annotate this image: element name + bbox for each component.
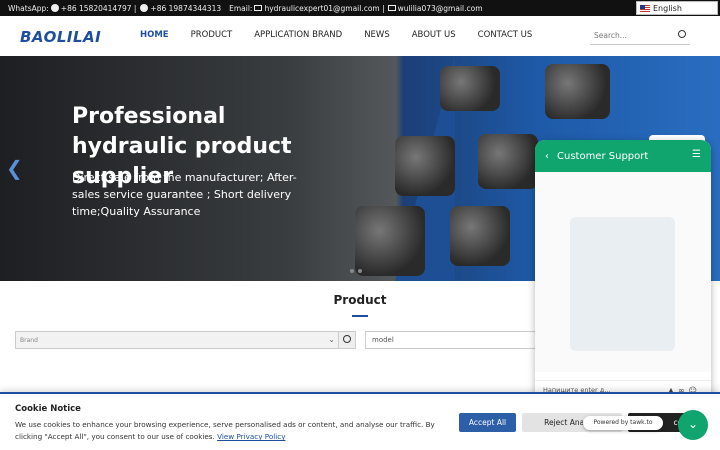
model-input[interactable]: model — [365, 331, 545, 349]
email-2[interactable]: wulilia073@gmail.com — [398, 4, 483, 13]
nav-application-brand[interactable]: APPLICATION BRAND — [254, 30, 342, 40]
language-selector[interactable]: English — [636, 1, 718, 15]
search-input[interactable]: Search... — [590, 25, 690, 45]
brand-select[interactable]: Brand ⌄ — [15, 331, 340, 349]
carousel-dots — [350, 269, 362, 273]
chat-body — [535, 172, 711, 372]
search-icon[interactable] — [678, 30, 686, 38]
chevron-left-icon[interactable]: ‹ — [545, 151, 549, 162]
whatsapp-icon — [140, 4, 149, 12]
pump-image — [355, 206, 425, 276]
nav-product[interactable]: PRODUCT — [191, 30, 233, 40]
title-underline — [352, 315, 368, 317]
email-1[interactable]: hydraulicexpert01@gmail.com | — [264, 4, 384, 13]
whatsapp-icon — [50, 4, 59, 12]
menu-icon[interactable]: ☰ — [692, 149, 701, 160]
hero-subtitle: Direct sale from the manufacturer; After… — [72, 171, 297, 218]
nav-home[interactable]: HOME — [140, 30, 169, 40]
pump-image — [450, 206, 510, 266]
mail-icon — [387, 5, 396, 11]
model-placeholder: model — [372, 336, 394, 344]
cookie-title: Cookie Notice — [15, 404, 81, 414]
uk-flag-icon — [640, 4, 650, 12]
phone-1[interactable]: +86 15820414797 | — [61, 4, 137, 13]
pump-image — [440, 66, 500, 111]
main-navigation: BAOLILAI HOME PRODUCT APPLICATION BRAND … — [0, 16, 720, 56]
chat-header: ‹ Customer Support ☰ — [535, 140, 711, 172]
mail-icon — [254, 5, 263, 11]
logo[interactable]: BAOLILAI — [20, 28, 101, 46]
top-contact-bar: WhatsApp: +86 15820414797 | +86 19874344… — [0, 0, 720, 16]
nav-contact-us[interactable]: CONTACT US — [478, 30, 533, 40]
pump-image — [395, 136, 455, 196]
brand-search-button[interactable] — [338, 331, 356, 349]
carousel-prev-icon[interactable]: ❮ — [6, 156, 23, 180]
pump-image — [478, 134, 538, 189]
privacy-policy-link[interactable]: View Privacy Policy — [217, 432, 285, 441]
chat-message-bubble — [570, 217, 675, 351]
email-label: Email: — [229, 3, 253, 13]
powered-by-tawk[interactable]: Powered by tawk.to — [583, 416, 663, 430]
whatsapp-label: WhatsApp: — [8, 3, 49, 13]
chat-widget: ‹ Customer Support ☰ Напишите enter д...… — [535, 140, 711, 402]
search-placeholder: Search... — [594, 31, 627, 40]
pump-image — [545, 64, 610, 119]
phone-2[interactable]: +86 19874344313 — [150, 4, 221, 13]
carousel-dot[interactable] — [358, 269, 362, 273]
brand-placeholder: Brand — [20, 337, 38, 344]
chat-close-button[interactable]: ⌄ — [678, 410, 708, 440]
nav-about-us[interactable]: ABOUT US — [412, 30, 456, 40]
chevron-down-icon: ⌄ — [687, 417, 699, 431]
carousel-dot[interactable] — [350, 269, 354, 273]
cookie-text: We use cookies to enhance your browsing … — [15, 419, 445, 443]
nav-menu: HOME PRODUCT APPLICATION BRAND NEWS ABOU… — [140, 30, 554, 40]
chevron-down-icon: ⌄ — [328, 335, 335, 344]
accept-all-button[interactable]: Accept All — [459, 413, 516, 432]
language-label: English — [653, 3, 682, 13]
nav-news[interactable]: NEWS — [364, 30, 390, 40]
chat-title: Customer Support — [557, 150, 649, 162]
search-icon — [343, 335, 351, 343]
